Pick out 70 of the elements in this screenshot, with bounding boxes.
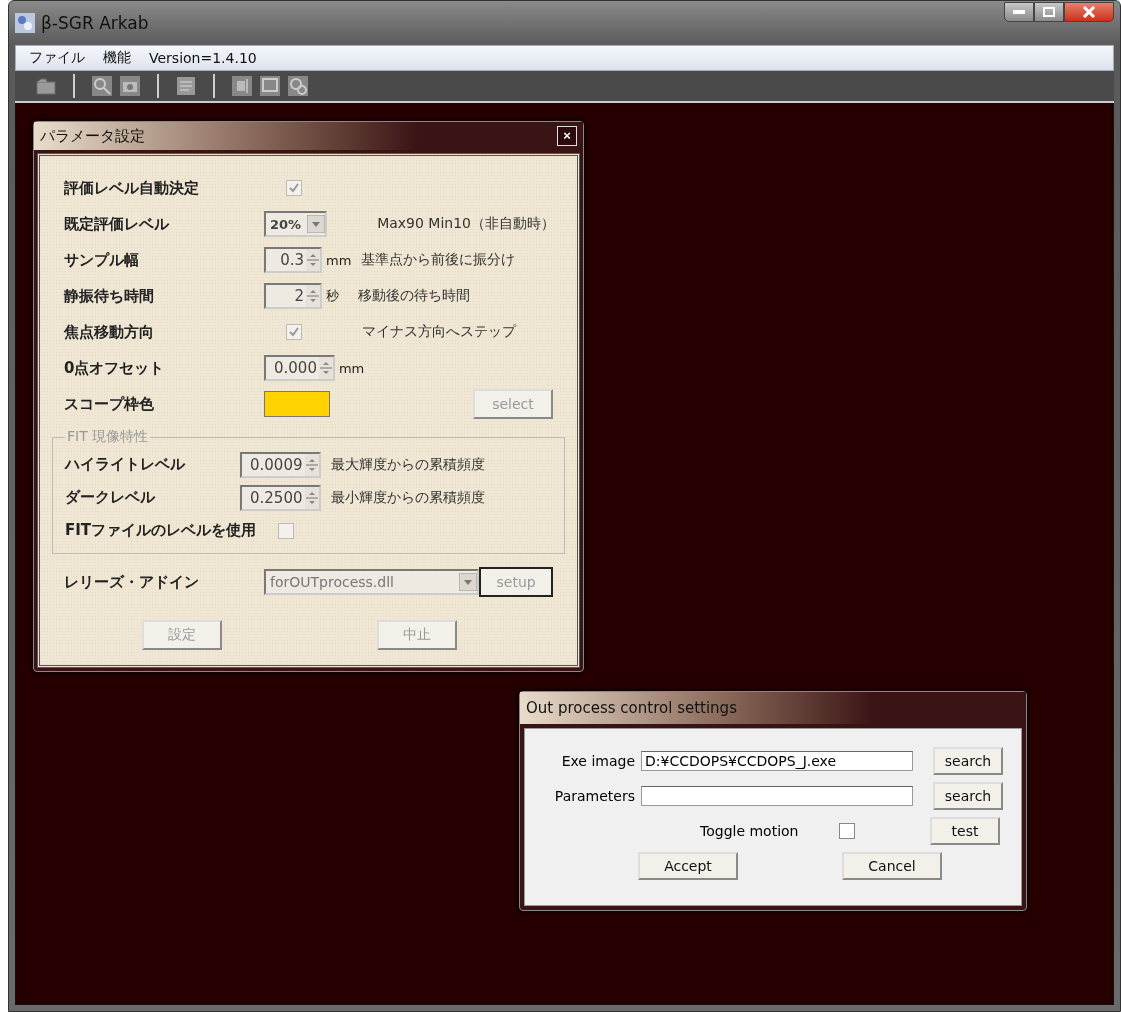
dropdown-arrow-icon[interactable]	[307, 215, 326, 233]
checkbox[interactable]	[286, 180, 302, 196]
camera-icon[interactable]	[119, 75, 141, 97]
field-label: サンプル幅	[64, 250, 140, 270]
field-label: ハイライトレベル	[65, 455, 186, 474]
menu-item[interactable]: Version=1.4.10	[140, 50, 266, 66]
input-field[interactable]: D:¥CCDOPS¥CCDOPS_J.exe	[641, 750, 913, 771]
magnifier-icon[interactable]	[91, 75, 113, 97]
window-title: β-SGR Arkab	[41, 13, 149, 33]
hint-text: 基準点から前後に振分け	[361, 251, 516, 269]
input-field[interactable]	[641, 785, 913, 806]
dropdown-arrow-icon[interactable]	[459, 573, 478, 591]
hint-text: Max90 Min10（非自動時）	[377, 215, 555, 233]
unit-text: mm	[326, 252, 352, 268]
addin-dropdown[interactable]: forOUTprocess.dll	[264, 569, 480, 595]
group-title: FIT 現像特性	[66, 428, 150, 446]
checkbox[interactable]	[278, 522, 295, 539]
spinner-arrows-icon[interactable]	[304, 453, 319, 476]
dialog-button[interactable]: Accept	[638, 852, 738, 880]
spinner-arrows-icon[interactable]	[304, 486, 319, 509]
field-label: FITファイルのレベルを使用	[65, 521, 257, 540]
dialog-title: パラメータ設定	[40, 126, 145, 146]
hint-text: 最小輝度からの累積頻度	[330, 488, 485, 507]
close-button[interactable]: ×	[557, 126, 577, 146]
maximize-button[interactable]	[1034, 2, 1064, 22]
field-label: 0点オフセット	[64, 358, 166, 378]
search-button[interactable]: search	[933, 746, 1003, 775]
maximize-icon	[1043, 7, 1055, 17]
field-label: ダークレベル	[65, 488, 156, 507]
field-label: Parameters	[553, 787, 636, 804]
app-icon	[15, 13, 35, 33]
menu-item[interactable]: 機能	[94, 49, 140, 67]
spinner-arrows-icon[interactable]	[318, 357, 333, 379]
hint-text: 最大輝度からの累積頻度	[330, 455, 485, 474]
field-label: レリーズ・アドイン	[64, 572, 200, 592]
color-swatch[interactable]	[264, 391, 330, 417]
number-spinner[interactable]: 0.2500	[240, 484, 321, 511]
unit-text: 秒	[326, 287, 340, 305]
number-spinner[interactable]: 2	[264, 283, 322, 309]
gears-icon[interactable]	[287, 75, 309, 97]
spinner-arrows-icon[interactable]	[306, 285, 320, 307]
field-label: 既定評価レベル	[64, 214, 170, 234]
folder-icon[interactable]	[35, 75, 57, 97]
number-spinner[interactable]: 0.3	[264, 247, 322, 273]
field-label: Exe image	[560, 752, 636, 769]
number-spinner[interactable]: 0.0009	[240, 451, 321, 478]
hint-text: マイナス方向へステップ	[362, 323, 516, 341]
spinner-arrows-icon[interactable]	[306, 249, 320, 271]
number-spinner[interactable]: 0.000	[264, 355, 335, 381]
field-label: 焦点移動方向	[64, 322, 155, 342]
field-label: スコープ枠色	[64, 394, 155, 414]
search-button[interactable]: search	[933, 781, 1003, 810]
close-icon	[1082, 6, 1096, 18]
hint-text: 移動後の待ち時間	[358, 287, 470, 305]
monitor-icon[interactable]	[259, 75, 281, 97]
minimize-icon	[1013, 10, 1025, 14]
unit-text: mm	[338, 360, 365, 376]
toggle-label: Toggle motion	[700, 822, 799, 839]
dialog-title: Out process control settings	[526, 699, 737, 717]
close-button[interactable]	[1064, 2, 1114, 22]
checkbox[interactable]	[838, 822, 855, 839]
level-dropdown[interactable]: 20%	[264, 211, 328, 237]
dialog-button[interactable]: Cancel	[842, 852, 942, 880]
menu-item[interactable]: ファイル	[20, 49, 94, 67]
test-button[interactable]: test	[930, 816, 1000, 845]
field-label: 静振待ち時間	[64, 286, 155, 306]
field-label: 評価レベル自動決定	[64, 178, 200, 198]
minimize-button[interactable]	[1004, 2, 1034, 22]
document-icon[interactable]	[175, 75, 197, 97]
checkbox[interactable]	[286, 324, 302, 340]
